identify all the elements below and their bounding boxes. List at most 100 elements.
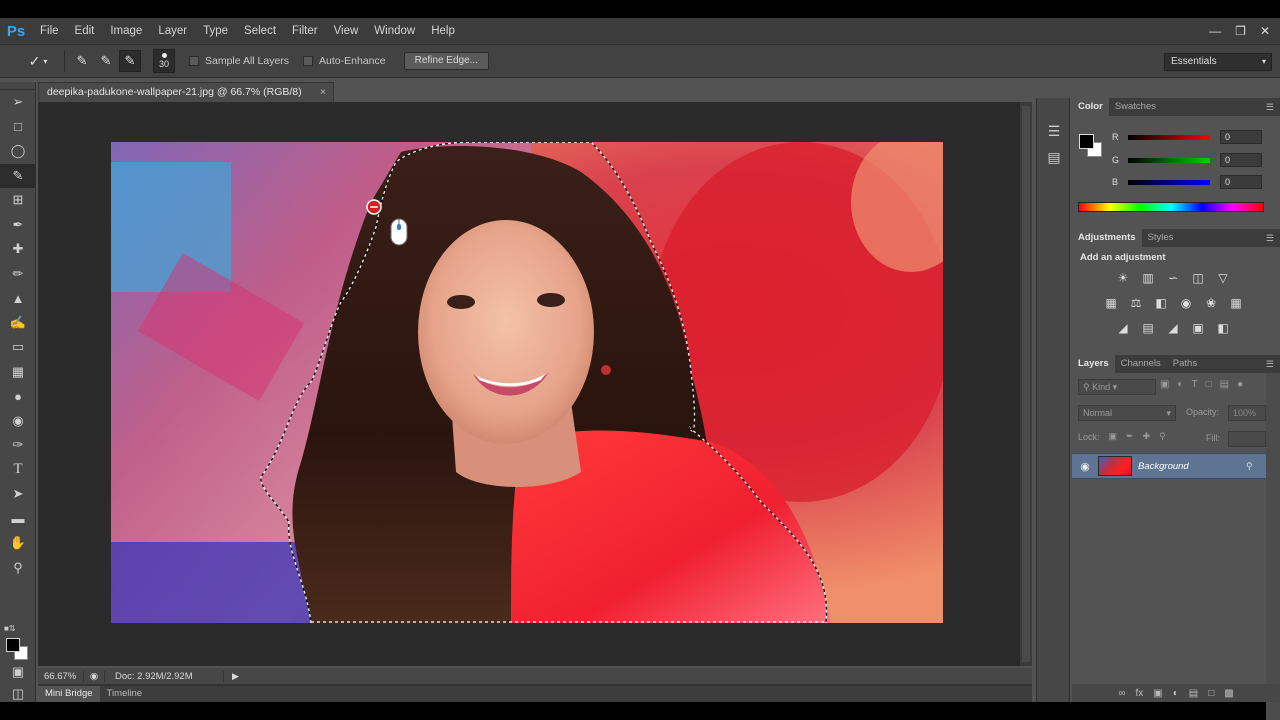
gradient-tool-icon[interactable]: ▦ (0, 360, 36, 385)
channel-mixer-icon[interactable]: ❀ (1202, 294, 1220, 312)
add-to-selection-button[interactable]: ✎ (95, 50, 117, 72)
delete-layer-icon[interactable]: ▩ (1224, 688, 1233, 699)
document-tab[interactable]: deepika-padukone-wallpaper-21.jpg @ 66.7… (38, 82, 334, 102)
green-value[interactable]: 0 (1220, 153, 1262, 167)
hand-tool-icon[interactable]: ✋ (0, 531, 36, 556)
quick-selection-tool-icon[interactable]: ✎ (0, 163, 36, 188)
new-adjustment-layer-icon[interactable]: ◐ (1173, 688, 1179, 699)
app-logo[interactable]: Ps (0, 18, 32, 44)
screen-mode-icon[interactable]: ◫ (0, 682, 36, 707)
fill-input[interactable] (1228, 431, 1266, 447)
blend-mode-select[interactable]: Normal ▾ (1078, 405, 1176, 421)
visibility-eye-icon[interactable]: ◉ (1072, 460, 1098, 473)
new-group-icon[interactable]: ▤ (1189, 688, 1198, 699)
brightness-contrast-icon[interactable]: ☀ (1114, 269, 1132, 287)
zoom-level[interactable]: 66.67% (38, 670, 84, 682)
green-track[interactable] (1128, 157, 1210, 163)
history-icon[interactable]: ☰ (1037, 118, 1071, 144)
filter-toggle-icon[interactable]: ● (1237, 379, 1243, 390)
foreground-color-swatch[interactable] (6, 638, 20, 652)
tab-layers[interactable]: Layers (1072, 355, 1115, 373)
menu-edit[interactable]: Edit (67, 18, 103, 44)
auto-enhance-checkbox[interactable]: Auto-Enhance (303, 55, 386, 67)
panel-menu-icon[interactable]: ☰ (1266, 355, 1274, 373)
eraser-tool-icon[interactable]: ▭ (0, 335, 36, 360)
eyedropper-tool-icon[interactable]: ✒ (0, 213, 36, 238)
color-lookup-icon[interactable]: ▦ (1227, 294, 1245, 312)
exposure-icon[interactable]: ◫ (1189, 269, 1207, 287)
vertical-scrollbar[interactable] (1020, 102, 1032, 666)
new-selection-button[interactable]: ✎ (71, 50, 93, 72)
layers-scrollbar[interactable] (1266, 373, 1280, 720)
green-slider[interactable]: G 0 (1112, 153, 1280, 167)
sample-all-layers-checkbox[interactable]: Sample All Layers (189, 55, 289, 67)
close-document-icon[interactable]: × (320, 83, 326, 102)
scrollbar-thumb[interactable] (1022, 106, 1030, 662)
add-mask-icon[interactable]: ▣ (1153, 688, 1162, 699)
photo-filter-icon[interactable]: ◉ (1177, 294, 1195, 312)
lasso-tool-icon[interactable]: ◯ (0, 139, 36, 164)
threshold-icon[interactable]: ◢ (1164, 319, 1182, 337)
document-image[interactable] (111, 142, 943, 623)
menu-layer[interactable]: Layer (150, 18, 195, 44)
foreground-color-swatch[interactable] (1079, 134, 1094, 149)
layer-style-icon[interactable]: fx (1135, 688, 1143, 699)
tab-paths[interactable]: Paths (1167, 355, 1203, 373)
new-layer-icon[interactable]: □ (1208, 688, 1214, 699)
menu-file[interactable]: File (32, 18, 67, 44)
curves-icon[interactable]: ∽ (1164, 269, 1182, 287)
menu-window[interactable]: Window (366, 18, 423, 44)
invert-icon[interactable]: ◢ (1114, 319, 1132, 337)
type-tool-icon[interactable]: T (0, 458, 36, 483)
shape-tool-icon[interactable]: ▬ (0, 507, 36, 532)
move-tool-icon[interactable]: ➢ (0, 90, 36, 115)
blur-tool-icon[interactable]: ● (0, 384, 36, 409)
blue-value[interactable]: 0 (1220, 175, 1262, 189)
lock-transparent-icon[interactable]: ▣ (1109, 431, 1118, 442)
selective-color-icon[interactable]: ◧ (1214, 319, 1232, 337)
red-value[interactable]: 0 (1220, 130, 1262, 144)
restore-icon[interactable]: ❐ (1235, 24, 1246, 38)
type-filter-icon[interactable]: T (1192, 379, 1198, 390)
tab-mini-bridge[interactable]: Mini Bridge (38, 686, 100, 702)
checkbox-box[interactable] (189, 56, 199, 66)
gradient-map-icon[interactable]: ▣ (1189, 319, 1207, 337)
marquee-tool-icon[interactable]: □ (0, 115, 36, 140)
link-layers-icon[interactable]: ∞ (1118, 688, 1125, 699)
lock-all-icon[interactable]: ⚲ (1159, 431, 1166, 442)
menu-filter[interactable]: Filter (284, 18, 326, 44)
minimize-icon[interactable]: — (1209, 24, 1221, 38)
menu-select[interactable]: Select (236, 18, 284, 44)
black-white-icon[interactable]: ◧ (1152, 294, 1170, 312)
layer-thumbnail[interactable] (1098, 456, 1132, 476)
hue-saturation-icon[interactable]: ▦ (1102, 294, 1120, 312)
history-brush-tool-icon[interactable]: ✍ (0, 311, 36, 336)
posterize-icon[interactable]: ▤ (1139, 319, 1157, 337)
tab-swatches[interactable]: Swatches (1109, 98, 1162, 116)
layer-name[interactable]: Background (1138, 461, 1246, 472)
zoom-tool-icon[interactable]: ⚲ (0, 556, 36, 581)
tool-preset-picker[interactable]: ✓ ▾ (18, 49, 58, 73)
pixel-filter-icon[interactable]: ▣ (1160, 379, 1169, 390)
brush-size-picker[interactable]: 30 (153, 49, 175, 73)
layer-filter-select[interactable]: ⚲ Kind ▾ (1078, 379, 1156, 395)
menu-help[interactable]: Help (423, 18, 463, 44)
tab-color[interactable]: Color (1072, 98, 1109, 116)
healing-brush-tool-icon[interactable]: ✚ (0, 237, 36, 262)
quick-mask-icon[interactable]: ▣ (0, 660, 36, 685)
toolbox-grip[interactable] (0, 82, 35, 90)
menu-image[interactable]: Image (102, 18, 150, 44)
subtract-from-selection-button[interactable]: ✎ (119, 50, 141, 72)
default-colors-icon[interactable]: ■⇅ (4, 624, 16, 633)
menu-view[interactable]: View (326, 18, 367, 44)
crop-tool-icon[interactable]: ⊞ (0, 188, 36, 213)
red-track[interactable] (1128, 134, 1210, 140)
clone-stamp-tool-icon[interactable]: ▲ (0, 286, 36, 311)
refine-edge-button[interactable]: Refine Edge... (403, 52, 489, 70)
path-selection-tool-icon[interactable]: ➤ (0, 482, 36, 507)
blue-track[interactable] (1128, 179, 1210, 185)
brush-tool-icon[interactable]: ✏ (0, 262, 36, 287)
tab-channels[interactable]: Channels (1115, 355, 1167, 373)
color-spectrum[interactable] (1078, 202, 1264, 212)
checkbox-box[interactable] (303, 56, 314, 66)
